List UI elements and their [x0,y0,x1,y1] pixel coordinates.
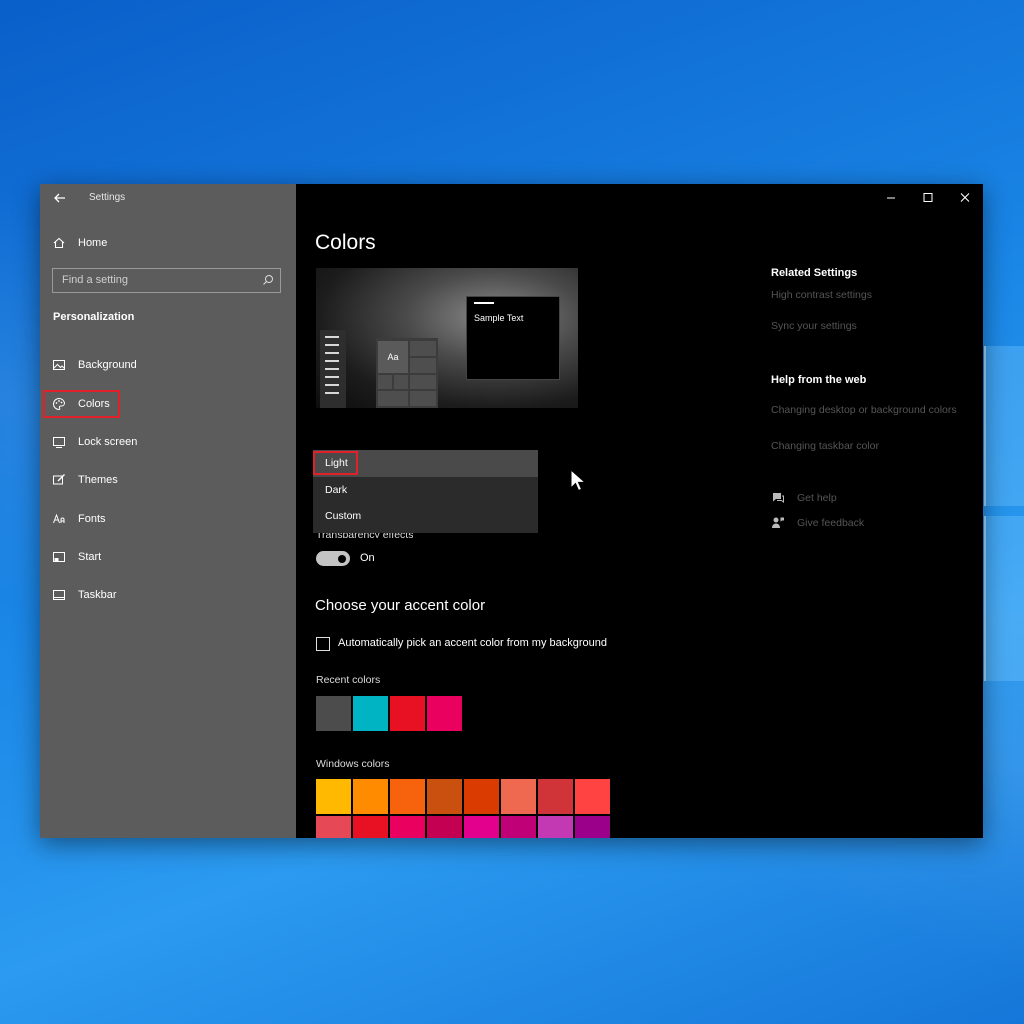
dropdown-option-label: Dark [325,484,348,496]
section-heading: Personalization [53,311,135,323]
search-icon [263,275,273,285]
sidebar-item-label: Themes [78,474,118,486]
sidebar-item-background[interactable]: Background [52,356,137,374]
transparency-state: On [360,552,375,564]
theme-preview: Aa Sample Text [316,268,578,408]
color-swatch[interactable] [390,696,425,731]
nav-home[interactable]: Home [52,234,107,252]
close-button[interactable] [950,188,980,208]
lock-screen-icon [53,437,65,448]
sidebar-item-label: Taskbar [78,589,117,601]
color-swatch[interactable] [575,779,610,814]
help-heading: Help from the web [771,374,867,386]
dropdown-option-label: Light [325,457,348,469]
auto-accent-checkbox[interactable] [316,637,330,651]
sidebar-item-start[interactable]: Start [52,548,101,566]
color-swatch[interactable] [464,816,499,838]
color-swatch[interactable] [575,816,610,838]
search-input[interactable]: Find a setting [52,268,281,293]
color-swatch[interactable] [464,779,499,814]
sync-settings-link[interactable]: Sync your settings [771,320,857,332]
color-swatch[interactable] [501,816,536,838]
color-swatch[interactable] [316,696,351,731]
windows-colors-label: Windows colors [316,758,390,770]
settings-window: Settings Home Find a setting Personaliza… [40,184,983,838]
sidebar-item-label: Background [78,359,137,371]
dropdown-option-dark[interactable]: Dark [313,477,538,504]
sidebar-item-colors[interactable]: Colors [52,395,110,413]
mode-dropdown[interactable]: Light Dark Custom [313,450,538,533]
give-feedback-label: Give feedback [797,517,865,529]
color-swatch[interactable] [353,696,388,731]
dropdown-option-label: Custom [325,510,362,522]
image-icon [53,360,65,370]
nav-home-label: Home [78,237,108,249]
get-help-link[interactable]: Get help [771,491,837,505]
minimize-button[interactable] [876,188,906,208]
app-title: Settings [89,192,126,203]
sidebar-item-label: Start [78,551,102,563]
taskbar-icon [53,590,65,600]
help-link-taskbar-color[interactable]: Changing taskbar color [771,439,961,453]
chat-help-icon [773,493,784,503]
windows-logo-wallpaper [984,346,1024,681]
start-icon [53,552,65,562]
back-arrow-icon[interactable] [52,190,68,206]
sidebar-item-taskbar[interactable]: Taskbar [52,586,117,604]
sidebar-item-label: Colors [78,398,110,410]
color-swatch[interactable] [427,816,462,838]
color-swatch[interactable] [538,816,573,838]
color-swatch[interactable] [316,816,351,838]
high-contrast-link[interactable]: High contrast settings [771,289,872,301]
dropdown-option-light[interactable]: Light [313,450,538,477]
transparency-toggle[interactable] [316,551,350,566]
home-icon [53,237,65,249]
related-settings-heading: Related Settings [771,267,858,279]
dropdown-option-custom[interactable]: Custom [313,503,538,530]
mouse-cursor-icon [570,469,587,492]
color-swatch[interactable] [316,779,351,814]
preview-sample-window: Sample Text [466,296,560,380]
maximize-button[interactable] [913,188,943,208]
color-swatch[interactable] [427,779,462,814]
accent-heading: Choose your accent color [315,597,486,614]
feedback-person-icon [772,517,784,528]
sidebar-item-fonts[interactable]: Fonts [52,510,106,528]
main-panel: Colors Aa Sample Text Transparency effec… [296,184,983,838]
help-link-desktop-colors[interactable]: Changing desktop or background colors [771,403,961,417]
preview-tile-text: Aa [378,341,408,373]
color-swatch[interactable] [390,816,425,838]
give-feedback-link[interactable]: Give feedback [771,516,864,530]
color-swatch[interactable] [353,779,388,814]
color-swatch[interactable] [353,816,388,838]
color-swatch[interactable] [538,779,573,814]
color-swatch[interactable] [427,696,462,731]
preview-tiles: Aa [376,338,438,408]
sidebar-item-themes[interactable]: Themes [52,471,118,489]
sidebar-item-label: Lock screen [78,436,138,448]
sidebar-item-label: Fonts [78,513,106,525]
preview-sample-text: Sample Text [474,313,524,323]
preview-start-menu [320,330,346,408]
brush-icon [53,474,65,485]
auto-accent-label: Automatically pick an accent color from … [338,637,608,649]
page-title: Colors [315,231,376,254]
title-bar: Settings [40,184,296,212]
fonts-icon [53,513,65,524]
recent-colors-label: Recent colors [316,674,381,686]
search-placeholder: Find a setting [62,274,129,286]
sidebar-item-lock-screen[interactable]: Lock screen [52,433,137,451]
palette-icon [53,397,66,411]
color-swatch[interactable] [501,779,536,814]
get-help-label: Get help [797,492,837,504]
color-swatch[interactable] [390,779,425,814]
sidebar: Settings Home Find a setting Personaliza… [40,184,296,838]
